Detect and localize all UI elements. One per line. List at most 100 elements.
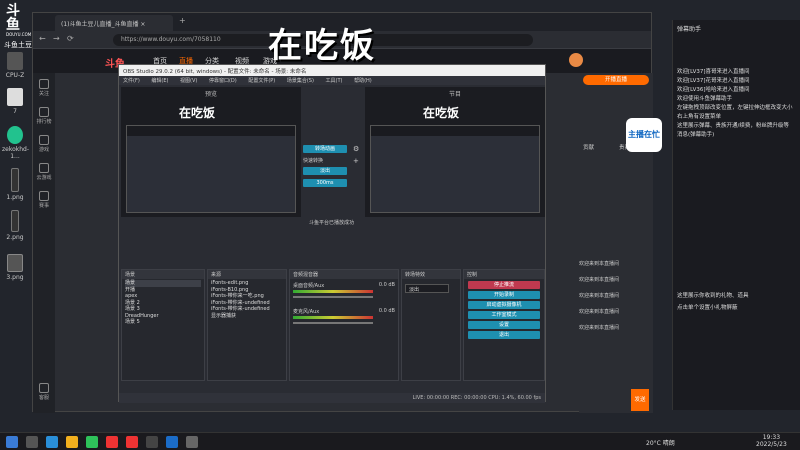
left-nav-game[interactable]: 游戏	[33, 135, 55, 153]
cloud-icon	[39, 163, 49, 173]
mixer-channel-label: 麦克风/Aux	[293, 309, 320, 315]
left-nav-label: 游戏	[38, 147, 49, 153]
plus-icon[interactable]: +	[353, 157, 359, 165]
transition-panel: 转场动画 快速转换 淡出 300ms ⚙ + 斗鱼平台已播放成功	[303, 107, 363, 237]
menu-edit[interactable]: 编辑(E)	[151, 78, 168, 84]
folder-icon[interactable]	[66, 436, 78, 448]
desktop-icon-cpuz[interactable]: CPU-Z	[2, 52, 28, 79]
app-icon[interactable]	[106, 436, 118, 448]
heart-icon	[39, 79, 49, 89]
preview-label: 预览	[204, 91, 217, 98]
obs-preview[interactable]: 预览 在吃饭	[121, 87, 301, 217]
volume-slider[interactable]	[293, 296, 373, 298]
menu-file[interactable]: 文件(F)	[123, 78, 140, 84]
gamepad-icon	[39, 135, 49, 145]
mixer-channel-db: 0.0 dB	[378, 308, 395, 314]
transition-button[interactable]: 转场动画	[303, 145, 347, 153]
desktop-icon-1png[interactable]: 1.png	[2, 168, 28, 201]
menu-scene-collection[interactable]: 场景集合(S)	[287, 78, 314, 84]
mixer-dock: 音频混音器 桌面音频/Aux 0.0 dB 麦克风/Aux 0.0 dB	[289, 269, 399, 381]
image-icon	[7, 254, 23, 272]
app-icon[interactable]	[126, 436, 138, 448]
wechat-icon[interactable]	[86, 436, 98, 448]
transition-hint: 斗鱼平台已播放成功	[309, 220, 355, 226]
desktop-icon-zekokhd[interactable]: zekokhd-1...	[2, 126, 30, 160]
new-tab-icon[interactable]: +	[179, 16, 186, 25]
clock[interactable]: 19:33 2022/5/23	[756, 434, 787, 448]
obs-icon[interactable]	[146, 436, 158, 448]
send-button[interactable]: 发送	[631, 389, 649, 411]
danmu-panel: 弹幕助手 欢迎[LV37]喜哥来进入直播间 欢迎[LV37]花哥来进入直播间 欢…	[672, 20, 800, 410]
obs-window: OBS Studio 29.0.2 (64 bit, windows) - 配置…	[118, 64, 546, 403]
reload-icon[interactable]: ⟳	[67, 34, 74, 43]
danmu-line: 右上角有设置菜单	[677, 114, 722, 120]
mixer-channel-label: 桌面音频/Aux	[293, 283, 325, 289]
obs-statusbar: LIVE: 00:00:00 REC: 00:00:00 CPU: 1.4%, …	[119, 393, 545, 403]
file-icon	[7, 88, 23, 106]
desktop-icon-label: zekokhd-1...	[2, 146, 30, 160]
forward-icon[interactable]: →	[53, 34, 60, 43]
scene-item[interactable]: 场景 5	[125, 319, 201, 326]
studio-mode-button[interactable]: 工作室模式	[468, 311, 540, 319]
live-button[interactable]: 开播直播	[583, 75, 649, 85]
settings-button[interactable]: 设置	[468, 321, 540, 329]
transition-type-select[interactable]: 淡出	[405, 284, 449, 293]
desktop-icon-label: 3.png	[6, 274, 24, 281]
chat-tab-contrib[interactable]: 贡献	[583, 143, 594, 151]
left-nav-rank[interactable]: 排行榜	[33, 107, 55, 125]
mixer-channel-db: 0.0 dB	[378, 282, 395, 288]
headset-icon	[39, 383, 49, 393]
program-label: 节目	[448, 91, 461, 98]
program-screen: 在吃饭	[370, 106, 540, 213]
menu-help[interactable]: 帮助(H)	[354, 78, 372, 84]
scenes-header: 场景	[122, 270, 204, 279]
gear-icon[interactable]: ⚙	[353, 145, 359, 153]
duration-select[interactable]: 300ms	[303, 179, 347, 187]
clock-time: 19:33	[762, 434, 781, 441]
douyu-logo-text: 斗鱼	[6, 3, 20, 33]
danmu-line: 欢迎[LV37]喜哥来进入直播间	[677, 69, 750, 75]
fade-select[interactable]: 淡出	[303, 167, 347, 175]
volume-meter	[293, 316, 373, 319]
stop-streaming-button[interactable]: 停止推流	[468, 281, 540, 289]
edge-icon[interactable]	[46, 436, 58, 448]
app-icon	[7, 126, 23, 144]
taskbar: 20°C 晴朗 19:33 2022/5/23	[0, 432, 800, 450]
image-icon	[11, 168, 19, 192]
desktop-icon-label: 1.png	[6, 194, 24, 201]
left-nav-event[interactable]: 赛事	[33, 191, 55, 209]
exit-button[interactable]: 退出	[468, 331, 540, 339]
source-item[interactable]: 显示器捕获	[211, 313, 283, 320]
desktop-icon-label: 7	[13, 108, 17, 115]
browser-tab[interactable]: (1)斗鱼土豆儿直播_斗鱼直播 ×	[55, 15, 173, 31]
left-nav: 关注 排行榜 游戏 云游戏 赛事 客服	[33, 73, 55, 413]
back-icon[interactable]: ←	[39, 34, 46, 43]
menu-profile[interactable]: 配置文件(P)	[248, 78, 275, 84]
virtual-camera-button[interactable]: 启动虚拟摄像机	[468, 301, 540, 309]
overlay-title: 在吃饭	[268, 26, 376, 66]
volume-slider[interactable]	[293, 322, 373, 324]
danmu-line: 欢迎[LV37]花哥来进入直播间	[677, 78, 750, 84]
source-list: iFonts-edit.png iFonts-B10.png iFonts-带你…	[208, 279, 286, 320]
start-recording-button[interactable]: 开始录制	[468, 291, 540, 299]
left-nav-cloudgame[interactable]: 云游戏	[33, 163, 55, 181]
volume-meter	[293, 290, 373, 293]
desktop-icon-2png[interactable]: 2.png	[2, 210, 28, 241]
app-icon[interactable]	[186, 436, 198, 448]
start-icon[interactable]	[6, 436, 18, 448]
desktop-icon-3png[interactable]: 3.png	[2, 254, 28, 281]
search-icon[interactable]	[26, 436, 38, 448]
weather[interactable]: 20°C 晴朗	[646, 438, 675, 447]
steam-icon[interactable]	[166, 436, 178, 448]
left-nav-follow[interactable]: 关注	[33, 79, 55, 97]
menu-tools[interactable]: 工具(T)	[326, 78, 343, 84]
menu-view[interactable]: 视图(V)	[180, 78, 197, 84]
left-nav-label: 关注	[38, 91, 49, 97]
chat-line: 欢迎来到本直播间	[579, 261, 620, 267]
trophy-icon	[39, 191, 49, 201]
sources-header: 来源	[208, 270, 286, 279]
menu-docks[interactable]: 停靠窗口(D)	[209, 78, 237, 84]
left-nav-service[interactable]: 客服	[33, 383, 55, 401]
desktop-icon-7[interactable]: 7	[2, 88, 28, 115]
avatar[interactable]	[569, 53, 583, 67]
